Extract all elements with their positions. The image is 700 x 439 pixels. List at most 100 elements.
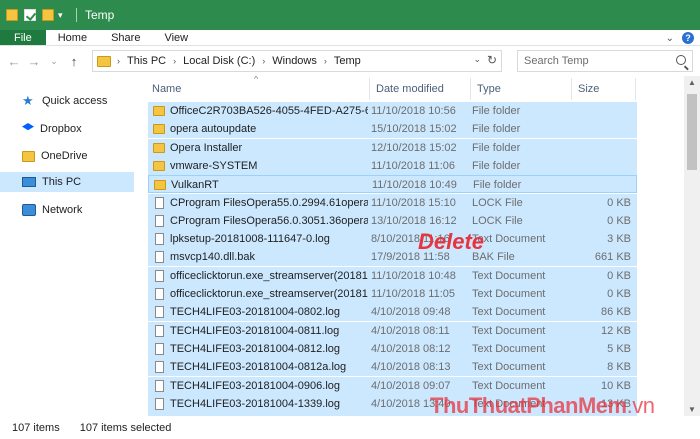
address-bar[interactable]: › This PC › Local Disk (C:) › Windows › … (92, 50, 502, 72)
table-row[interactable]: lpksetup-20181008-111647-0.log 8/10/2018 … (148, 230, 637, 249)
tab-view[interactable]: View (152, 30, 200, 45)
navigation-bar: ← → ⌄ ↑ › This PC › Local Disk (C:) › Wi… (0, 47, 700, 75)
properties-icon[interactable] (24, 9, 36, 21)
forward-icon[interactable]: → (24, 54, 44, 69)
file-name: TECH4LIFE03-20181004-0802.log (170, 306, 341, 319)
sidebar-item-label: Quick access (42, 95, 108, 107)
table-row[interactable]: TECH4LIFE03-20181004-0812.log 4/10/2018 0… (148, 339, 637, 358)
file-name: TECH4LIFE03-20181004-1339.log (170, 397, 341, 410)
table-row[interactable]: officeclicktorun.exe_streamserver(201810… (148, 266, 637, 285)
file-type: Text Document (472, 306, 546, 319)
file-date: 12/10/2018 15:02 (371, 141, 457, 154)
file-size (573, 157, 631, 175)
column-header-name[interactable]: Name (146, 78, 370, 100)
customize-toolbar-icon[interactable]: ▾ (58, 9, 68, 21)
sidebar-item-onedrive[interactable]: OneDrive (0, 146, 134, 166)
sidebar-item-label: OneDrive (41, 150, 88, 162)
ribbon: File Home Share View ⌄ ? (0, 30, 700, 46)
scroll-thumb[interactable] (687, 94, 697, 170)
file-name: vmware-SYSTEM (170, 159, 258, 172)
file-type: LOCK File (472, 196, 523, 209)
back-icon[interactable]: ← (4, 54, 24, 69)
up-icon[interactable]: ↑ (64, 54, 84, 69)
table-row[interactable]: OfficeC2R703BA526-4055-4FED-A275-6A... 11… (148, 102, 637, 120)
file-icon (155, 342, 164, 355)
file-size (573, 120, 631, 138)
file-date: 11/10/2018 10:49 (372, 179, 457, 192)
vertical-scrollbar[interactable]: ▲ ▼ (684, 76, 700, 416)
table-row[interactable]: CProgram FilesOpera56.0.3051.36opera_a..… (148, 211, 637, 230)
file-name: CProgram FilesOpera56.0.3051.36opera_a..… (170, 214, 368, 227)
sidebar-item-network[interactable]: Network (0, 200, 134, 220)
file-icon (155, 233, 164, 246)
scroll-up-icon[interactable]: ▲ (688, 78, 696, 87)
breadcrumb-windows[interactable]: Windows (272, 55, 317, 67)
breadcrumb-local-disk[interactable]: Local Disk (C:) (183, 55, 255, 67)
file-type: Text Document (472, 269, 546, 282)
file-type: Text Document (472, 324, 546, 337)
file-type: Text Document (472, 379, 546, 392)
table-row[interactable]: officeclicktorun.exe_streamserver(201810… (148, 285, 637, 303)
folder-icon (22, 150, 35, 162)
chevron-right-icon[interactable]: › (173, 56, 176, 66)
chevron-right-icon[interactable]: › (324, 56, 327, 66)
folder-icon[interactable] (6, 9, 18, 21)
file-size: 0 KB (607, 214, 631, 227)
table-row[interactable]: msvcp140.dll.bak 17/9/2018 11:58 BAK File 6… (148, 248, 637, 267)
file-date: 4/10/2018 08:11 (371, 324, 450, 337)
file-type: File folder (473, 179, 522, 192)
file-date: 4/10/2018 09:07 (371, 379, 451, 392)
table-row[interactable]: vmware-SYSTEM 11/10/2018 11:06 File folder (148, 156, 637, 175)
file-icon (155, 196, 164, 209)
column-header-date[interactable]: Date modified (369, 78, 470, 100)
table-row[interactable]: TECH4LIFE03-20181004-0906.log 4/10/2018 0… (148, 376, 637, 395)
search-input[interactable] (518, 55, 668, 67)
file-date: 11/10/2018 11:06 (371, 159, 456, 172)
file-icon (155, 288, 164, 300)
scroll-down-icon[interactable]: ▼ (688, 405, 696, 414)
chevron-right-icon[interactable]: › (117, 56, 120, 66)
recent-locations-icon[interactable]: ⌄ (44, 56, 64, 67)
watermark-suffix: .vn (626, 393, 655, 418)
network-icon (22, 204, 36, 216)
folder-icon (153, 106, 165, 116)
search-box[interactable] (517, 50, 693, 72)
tab-share[interactable]: Share (99, 30, 152, 45)
sidebar-item-quick-access[interactable]: ★ Quick access (0, 91, 134, 111)
table-row[interactable]: VulkanRT 11/10/2018 10:49 File folder (148, 175, 637, 194)
file-icon (155, 269, 164, 282)
table-row[interactable]: opera autoupdate 15/10/2018 15:02 File fol… (148, 120, 637, 139)
breadcrumb-this-pc[interactable]: This PC (127, 55, 166, 67)
table-row[interactable]: TECH4LIFE03-20181004-0802.log 4/10/2018 0… (148, 303, 637, 322)
file-date: 11/10/2018 10:56 (371, 105, 456, 117)
status-bar: 107 items 107 items selected (0, 416, 700, 439)
breadcrumb-temp[interactable]: Temp (334, 55, 361, 67)
sidebar-item-label: This PC (42, 176, 82, 188)
sidebar-item-this-pc[interactable]: This PC (0, 172, 134, 192)
sidebar-item-label: Network (42, 204, 83, 216)
new-folder-icon[interactable] (42, 9, 54, 21)
file-name: TECH4LIFE03-20181004-0906.log (170, 379, 341, 392)
table-row[interactable]: CProgram FilesOpera55.0.2994.61opera_a..… (148, 193, 637, 212)
table-row[interactable]: TECH4LIFE03-20181004-0811.log 4/10/2018 0… (148, 321, 637, 340)
column-header-type[interactable]: Type (470, 78, 571, 100)
file-date: 4/10/2018 09:48 (371, 306, 451, 319)
file-size: 661 KB (594, 251, 631, 264)
table-row[interactable]: TECH4LIFE03-20181004-0812a.log 4/10/2018 … (148, 358, 637, 377)
tab-file[interactable]: File (0, 30, 46, 45)
selection-count: 107 items selected (79, 421, 172, 434)
table-row[interactable]: Opera Installer 12/10/2018 15:02 File fold… (148, 138, 637, 157)
chevron-right-icon[interactable]: › (262, 56, 265, 66)
tab-home[interactable]: Home (46, 30, 99, 45)
file-date: 15/10/2018 15:02 (371, 123, 457, 136)
help-icon[interactable]: ? (682, 32, 694, 44)
refresh-icon[interactable]: ↻ (487, 53, 497, 67)
expand-ribbon-icon[interactable]: ⌄ (666, 33, 674, 44)
column-header-size[interactable]: Size (571, 78, 636, 100)
search-icon[interactable] (676, 55, 686, 65)
file-icon (155, 361, 164, 374)
file-size: 0 KB (607, 196, 631, 209)
chevron-down-icon[interactable]: ⌄ (473, 54, 481, 65)
computer-icon (22, 177, 36, 187)
sidebar-item-dropbox[interactable]: Dropbox (0, 119, 134, 139)
